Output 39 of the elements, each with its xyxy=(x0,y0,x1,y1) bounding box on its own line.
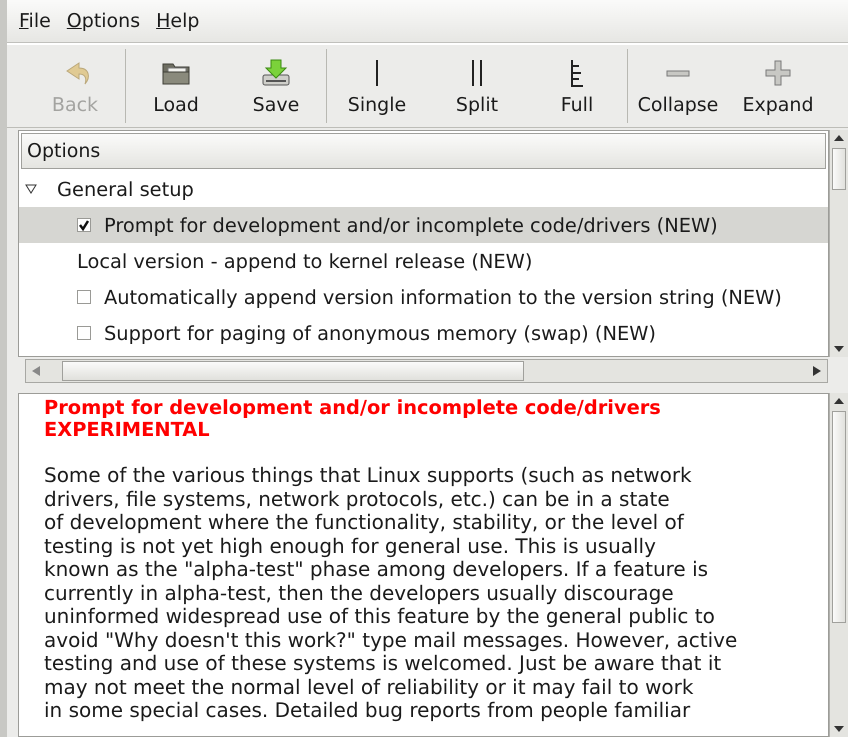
scroll-thumb[interactable] xyxy=(832,411,846,623)
tree-row[interactable]: General setup xyxy=(19,171,828,207)
scroll-down-icon[interactable] xyxy=(834,346,844,352)
menu-item[interactable]: Options xyxy=(58,10,148,32)
column-header[interactable]: Options xyxy=(21,133,826,169)
plus-icon xyxy=(765,60,791,86)
toolbar-button[interactable]: Split xyxy=(427,45,527,127)
tree-row[interactable]: Support for paging of anonymous memory (swap) (NEW) xyxy=(19,315,828,351)
bar-icon xyxy=(375,59,379,87)
horizontal-scrollbar[interactable] xyxy=(25,359,828,383)
toolbar-button[interactable]: Expand xyxy=(728,45,828,127)
scroll-up-icon[interactable] xyxy=(834,398,844,404)
expander-icon[interactable] xyxy=(25,183,37,195)
scroll-down-icon[interactable] xyxy=(834,726,844,732)
scroll-up-icon[interactable] xyxy=(834,135,844,141)
help-title: Prompt for development and/or incomplete code/drivers EXPERIMENTAL xyxy=(44,397,662,441)
toolbar-button[interactable]: Collapse xyxy=(628,45,728,127)
checkbox[interactable] xyxy=(77,218,91,232)
help-text: Some of the various things that Linux supports (such as network drivers, file systems, network protocols, etc.) can be in a state of development where the functionality, stability, or the level of testing is not yet high enough for general use. This is usually known as the "alpha-test" phase among developers. If a feature is currently in alpha-test, then the developers usually discourage uninformed widespread use of this feature by the general public to avoid "Why doesn't this work?" type mail messages. However, active testing and use of these systems is welcomed. Just be aware that it may not meet the normal level of reliability or it may fail to work in some special cases. Detailed bug reports from people familiar xyxy=(44,464,738,722)
toolbar-button[interactable]: Save xyxy=(226,45,326,127)
toolbar-button[interactable]: Single xyxy=(327,45,427,127)
tree-row[interactable]: Automatically append version information to the version string (NEW) xyxy=(19,279,828,315)
toolbar-button[interactable]: Full xyxy=(527,45,627,127)
menu-item[interactable]: Help xyxy=(148,10,208,32)
tree-row[interactable]: Local version - append to kernel release (NEW) xyxy=(19,243,828,279)
toolbar-button[interactable]: Load xyxy=(126,45,226,127)
bracket-icon xyxy=(570,59,584,87)
vertical-scrollbar[interactable] xyxy=(829,393,848,737)
vertical-scrollbar[interactable] xyxy=(829,130,848,357)
double-bar-icon xyxy=(471,59,483,87)
scroll-left-icon[interactable] xyxy=(32,366,40,376)
scroll-right-icon[interactable] xyxy=(813,366,821,376)
scroll-thumb[interactable] xyxy=(832,148,846,190)
tree-row[interactable]: Prompt for development and/or incomplete code/drivers (NEW) xyxy=(19,207,828,243)
checkbox[interactable] xyxy=(77,326,91,340)
menu-item[interactable]: File xyxy=(11,10,59,32)
minus-icon xyxy=(666,70,690,76)
scroll-thumb[interactable] xyxy=(62,361,524,381)
checkbox[interactable] xyxy=(77,290,91,304)
